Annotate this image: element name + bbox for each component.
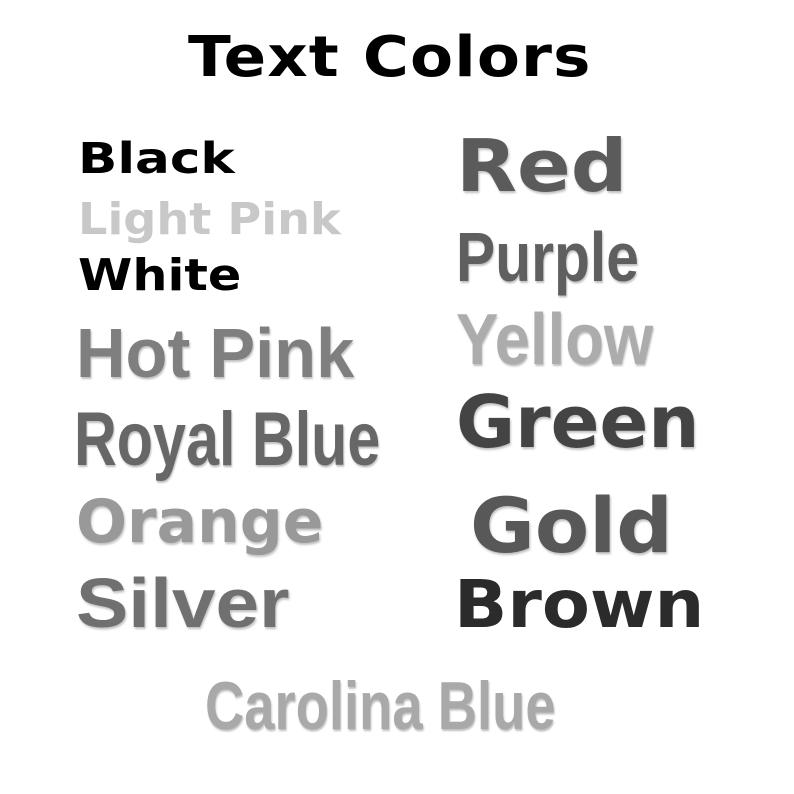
color-label-purple: Purple xyxy=(456,218,639,296)
color-label-orange: Orange xyxy=(76,487,324,557)
color-label-yellow: Yellow xyxy=(456,300,654,380)
color-label-black: Black xyxy=(78,134,235,184)
color-label-gold: Gold xyxy=(470,481,673,570)
color-label-brown: Brown xyxy=(454,566,705,643)
color-label-light-pink: Light Pink xyxy=(78,194,341,245)
color-label-red: Red xyxy=(456,124,628,208)
page-title: Text Colors xyxy=(188,25,592,90)
color-label-hot-pink: Hot Pink xyxy=(76,314,355,392)
color-label-green: Green xyxy=(456,380,700,464)
color-label-white: White xyxy=(78,250,242,301)
color-label-carolina-blue: Carolina Blue xyxy=(205,668,556,744)
color-label-royal-blue: Royal Blue xyxy=(74,397,381,482)
color-label-silver: Silver xyxy=(76,564,290,642)
